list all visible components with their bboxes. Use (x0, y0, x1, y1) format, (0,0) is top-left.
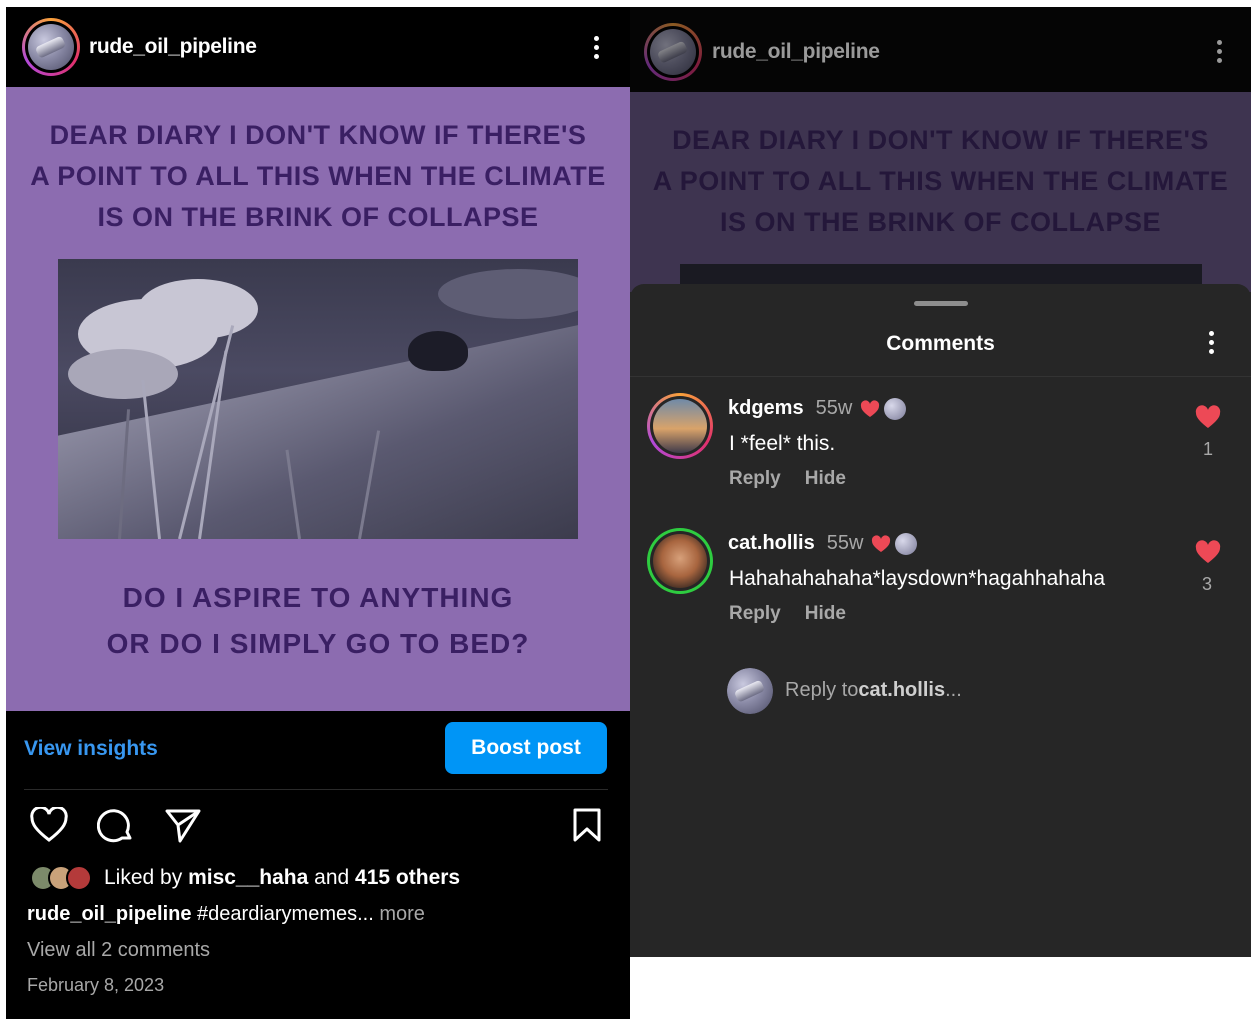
meme-illustration (58, 259, 578, 539)
reply-suffix: ... (945, 679, 962, 701)
meme-top-text: DEAR DIARY I DON'T KNOW IF THERE'S A POI… (630, 120, 1251, 243)
comment-like-heart-icon[interactable] (1195, 540, 1221, 564)
comment-username[interactable]: kdgems (728, 397, 804, 420)
creator-avatar-icon (895, 532, 918, 555)
comments-title: Comments (886, 332, 995, 355)
heart-icon[interactable] (30, 807, 68, 843)
comment-like-count: 1 (1203, 439, 1214, 459)
header-username[interactable]: rude_oil_pipeline (712, 40, 880, 64)
post-image-dimmed: DEAR DIARY I DON'T KNOW IF THERE'S A POI… (630, 92, 1251, 304)
view-all-comments-link[interactable]: View all 2 comments (27, 939, 210, 962)
comment-text: I *feel* this. (729, 432, 836, 455)
comment-header: kdgems 55w (728, 397, 907, 420)
share-icon[interactable] (164, 808, 202, 844)
liker-avatars (30, 865, 92, 891)
reply-target-user: cat.hollis (858, 679, 946, 701)
meme-top-line-3: IS ON THE BRINK OF COLLAPSE (719, 207, 1162, 237)
comments-view-panel: rude_oil_pipeline DEAR DIARY I DON'T KNO… (630, 7, 1251, 957)
caption-username[interactable]: rude_oil_pipeline (27, 903, 191, 925)
profile-avatar[interactable] (22, 18, 80, 76)
comment-icon[interactable] (97, 807, 135, 845)
liked-prefix: Liked by (104, 866, 183, 889)
meme-top-text: DEAR DIARY I DON'T KNOW IF THERE'S A POI… (6, 115, 630, 238)
meme-top-line-3: IS ON THE BRINK OF COLLAPSE (97, 202, 539, 232)
hide-button[interactable]: Hide (805, 468, 846, 489)
post-view-panel: rude_oil_pipeline DEAR DIARY I DON'T KNO… (6, 7, 630, 1019)
post-image: DEAR DIARY I DON'T KNOW IF THERE'S A POI… (6, 87, 630, 711)
divider (630, 376, 1251, 377)
liked-mid: and (314, 866, 350, 889)
header-username[interactable]: rude_oil_pipeline (89, 35, 257, 59)
meme-bottom-line-1: DO I ASPIRE TO ANYTHING (122, 582, 514, 613)
divider (24, 789, 608, 790)
comments-more-icon[interactable] (1209, 331, 1215, 358)
reply-button[interactable]: Reply (729, 603, 781, 624)
comment-actions: Reply Hide (729, 603, 870, 625)
creator-liked-heart-icon (872, 534, 891, 552)
liked-user[interactable]: misc__haha (188, 866, 308, 890)
meme-top-line-2: A POINT TO ALL THIS WHEN THE CLIMATE (652, 166, 1229, 196)
comment-text: Hahahahahaha*laysdown*hagahhahaha (729, 567, 1106, 590)
drag-handle[interactable] (914, 301, 968, 306)
meme-bottom-text: DO I ASPIRE TO ANYTHING OR DO I SIMPLY G… (6, 575, 630, 667)
reply-prefix: Reply to (785, 679, 859, 701)
pipe-avatar-image (28, 24, 74, 70)
boost-post-button[interactable]: Boost post (445, 722, 607, 774)
post-header: rude_oil_pipeline (6, 7, 630, 87)
comment-avatar-kdgems[interactable] (647, 393, 713, 459)
liked-count[interactable]: 415 others (355, 866, 460, 890)
meme-top-line-2: A POINT TO ALL THIS WHEN THE CLIMATE (30, 161, 606, 191)
pipe-avatar-image (650, 29, 696, 75)
view-insights-link[interactable]: View insights (24, 737, 158, 761)
creator-liked-heart-icon (861, 399, 880, 417)
comments-sheet: Comments kdgems 55w I *feel* this. Reply… (630, 284, 1251, 957)
comment-header: cat.hollis 55w (728, 532, 918, 555)
caption-more[interactable]: more (374, 903, 425, 925)
more-options-icon[interactable] (1217, 40, 1223, 67)
comment-actions: Reply Hide (729, 468, 870, 490)
more-options-icon[interactable] (594, 36, 600, 63)
bookmark-icon[interactable] (571, 807, 603, 843)
comment-time: 55w (826, 532, 864, 554)
liked-by[interactable]: Liked by misc__haha and 415 others (30, 865, 460, 891)
meme-top-line-1: DEAR DIARY I DON'T KNOW IF THERE'S (672, 125, 1209, 155)
post-header-dimmed: rude_oil_pipeline (630, 7, 1251, 92)
caption: rude_oil_pipeline #deardiarymemes... mor… (27, 903, 425, 926)
comment-time: 55w (815, 397, 853, 419)
meme-top-line-1: DEAR DIARY I DON'T KNOW IF THERE'S (49, 120, 587, 150)
caption-text: #deardiarymemes... (191, 903, 374, 925)
post-date: February 8, 2023 (27, 975, 165, 995)
creator-avatar-icon (884, 397, 907, 420)
reply-button[interactable]: Reply (729, 468, 781, 489)
comment-like-heart-icon[interactable] (1195, 405, 1221, 429)
hide-button[interactable]: Hide (805, 603, 846, 624)
reply-input[interactable]: Reply to cat.hollis... (785, 679, 962, 702)
comment-username[interactable]: cat.hollis (728, 532, 815, 555)
comment-avatar-cat-hollis[interactable] (647, 528, 713, 594)
comment-like-count: 3 (1202, 574, 1213, 594)
my-avatar (727, 668, 773, 714)
profile-avatar[interactable] (644, 23, 702, 81)
meme-bottom-line-2: OR DO I SIMPLY GO TO BED? (106, 628, 530, 659)
